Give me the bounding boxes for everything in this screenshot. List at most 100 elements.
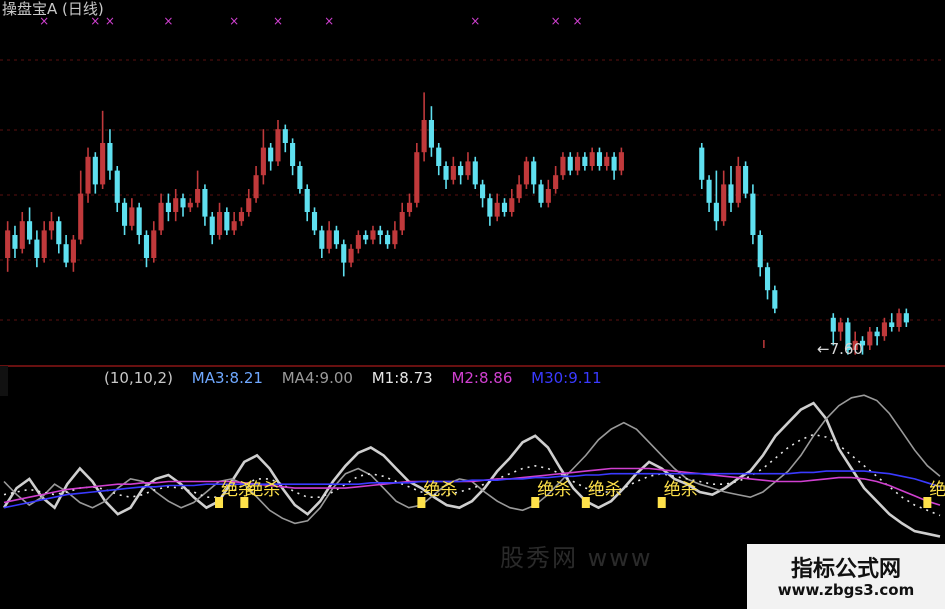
chart-title: 操盘宝A (日线) [2, 0, 104, 18]
candle-body [728, 184, 734, 203]
candle-body [268, 147, 274, 162]
candle-body [567, 156, 573, 171]
candle-body [319, 230, 325, 249]
candle-body [487, 198, 493, 217]
candle-body [838, 322, 844, 332]
candle-body [436, 147, 442, 166]
candle-body [238, 212, 245, 222]
candle-body [881, 322, 887, 337]
candle-body [896, 313, 902, 327]
candle-body [414, 152, 420, 203]
candle-body [341, 244, 347, 263]
candle-body [136, 207, 142, 235]
candle-body [70, 239, 76, 263]
candle-body [180, 198, 186, 208]
candle-body [574, 156, 581, 171]
candle-body [282, 129, 288, 143]
candle-body [202, 189, 208, 217]
series-ma3 [2, 401, 941, 538]
legend-ma3: MA3:8.21 [191, 369, 263, 387]
candle-body [158, 202, 164, 231]
candle-body [19, 221, 25, 249]
candle-body [275, 129, 281, 162]
candle-body [246, 198, 252, 212]
candle-body [78, 193, 84, 240]
candle-body [560, 156, 566, 176]
candle-body [721, 184, 727, 222]
top-marker: × [551, 14, 561, 28]
legend-ma4: MA4:9.00 [281, 369, 353, 387]
candle-body [582, 156, 588, 166]
candle-body [151, 230, 157, 258]
candle-body [589, 152, 595, 166]
indicator-legend: (10,10,2) MA3:8.21 MA4:9.00 M1:8.73 M2:8… [104, 369, 616, 387]
signal-label: 绝杀 [588, 480, 622, 500]
candle-body [750, 193, 756, 235]
candle-body [326, 230, 332, 249]
candle-body [611, 156, 617, 171]
candle-body [392, 230, 398, 245]
candle-body [377, 230, 383, 235]
signal-label: 绝杀 [664, 480, 698, 500]
candle-body [494, 202, 500, 217]
candle-body [195, 189, 201, 203]
ghost-watermark: 股秀网 www [500, 544, 653, 572]
signal-label: 绝杀 [537, 480, 571, 500]
candle-body [311, 212, 318, 231]
candle-body [231, 221, 237, 231]
candle-body [56, 221, 62, 245]
chart-window: ××××××××××绝杀绝杀绝杀绝杀绝杀绝杀绝杀 操盘宝A (日线) ←7.60… [0, 0, 945, 609]
candle-body [85, 156, 91, 194]
candle-body [706, 179, 712, 203]
candle-body [618, 152, 624, 171]
candle-body [114, 170, 120, 203]
candle-body [5, 230, 11, 258]
candle-body [757, 235, 763, 268]
candle-body [531, 161, 537, 185]
candle-body [297, 166, 303, 189]
candle-body [48, 221, 55, 231]
candle-body [260, 147, 266, 176]
signal-label: 绝杀 [929, 480, 945, 500]
candle-body [472, 161, 478, 185]
candle-body [34, 239, 40, 258]
candle-body [713, 202, 719, 222]
legend-m30: M30:9.11 [531, 369, 602, 387]
legend-m1: M1:8.73 [371, 369, 433, 387]
top-marker: × [573, 14, 583, 28]
candle-body [458, 166, 464, 176]
candle-body [450, 166, 456, 180]
candle-body [874, 331, 880, 337]
candle-body [63, 244, 69, 263]
signal-label: 绝杀 [423, 480, 457, 500]
candle-body [143, 235, 150, 258]
candle-body [538, 184, 544, 203]
candle-body [743, 166, 749, 194]
candle-body [830, 317, 836, 332]
top-marker: × [273, 14, 283, 28]
candle-body [253, 175, 259, 199]
series-m1 [3, 433, 941, 517]
panel-divider-stub [0, 366, 8, 396]
candle-body [107, 143, 113, 171]
chart-canvas: ××××××××××绝杀绝杀绝杀绝杀绝杀绝杀绝杀 [0, 14, 945, 538]
candle-body [596, 152, 603, 166]
candle-body [348, 248, 354, 263]
candle-body [516, 184, 522, 199]
candle-body [867, 331, 873, 346]
candle-body [523, 161, 529, 185]
legend-m2: M2:8.86 [451, 369, 513, 387]
candle-body [92, 156, 98, 185]
candle-body [363, 235, 369, 240]
candle-body [12, 235, 18, 249]
candle-body [27, 221, 33, 240]
candle-body [385, 235, 391, 245]
watermark-title: 指标公式网 [790, 557, 901, 582]
candle-body [129, 207, 135, 226]
candle-body [187, 202, 193, 208]
candle-body [545, 189, 551, 203]
candle-body [443, 166, 449, 180]
price-low-label: ←7.60 [817, 340, 863, 358]
candle-body [165, 202, 171, 212]
top-marker: × [324, 14, 334, 28]
